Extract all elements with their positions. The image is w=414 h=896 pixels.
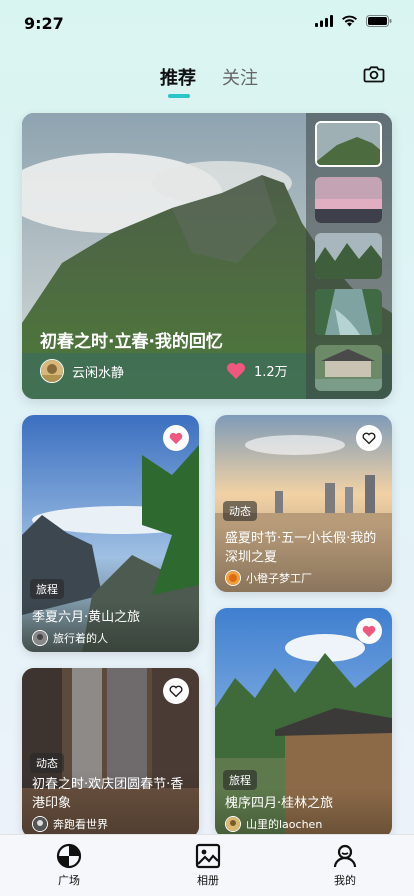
thumbnail-4[interactable]: [315, 289, 382, 335]
like-button[interactable]: [356, 425, 382, 451]
featured-author[interactable]: 云闲水静: [40, 359, 124, 383]
nav-square[interactable]: 广场: [56, 843, 82, 888]
heart-icon: [362, 432, 376, 444]
thumbnail-5[interactable]: [315, 345, 382, 391]
heart-icon: [169, 685, 183, 697]
like-button[interactable]: [163, 425, 189, 451]
status-bar: 9:27: [0, 0, 414, 48]
avatar: [32, 630, 48, 646]
post-tag: 旅程: [30, 579, 64, 599]
post-author[interactable]: 奔跑看世界: [32, 816, 191, 832]
post-info: 季夏六月·黄山之旅 旅行着的人: [22, 602, 199, 652]
heart-icon: [362, 625, 376, 637]
post-title: 季夏六月·黄山之旅: [32, 610, 141, 625]
avatar: [225, 570, 241, 586]
thumbnail-strip: [306, 113, 392, 399]
post-info: 初春之时·欢庆团圆春节·香港印象 奔跑看世界: [22, 769, 199, 838]
post-info: 槐序四月·桂林之旅 山里的laochen: [215, 788, 392, 838]
heart-icon: [227, 362, 245, 379]
heart-icon: [169, 432, 183, 444]
nav-me[interactable]: 我的: [332, 843, 358, 888]
featured-like-count: 1.2万: [254, 365, 288, 380]
featured-like-button[interactable]: 1.2万: [226, 361, 288, 380]
post-title: 初春之时·欢庆团圆春节·香港印象: [32, 777, 184, 811]
bottom-nav: 广场 相册 我的: [0, 834, 414, 896]
avatar: [32, 816, 48, 832]
post-author-name: 小橙子梦工厂: [246, 572, 312, 585]
profile-icon: [333, 844, 357, 868]
post-card[interactable]: 旅程 季夏六月·黄山之旅 旅行着的人: [22, 415, 199, 652]
battery-icon: [366, 15, 392, 27]
post-title: 盛夏时节·五一小长假·我的深圳之夏: [225, 531, 377, 565]
featured-title: 初春之时·立春·我的回忆: [40, 332, 223, 352]
camera-button[interactable]: [362, 62, 386, 86]
post-tag: 动态: [223, 501, 257, 521]
thumbnail-2[interactable]: [315, 177, 382, 223]
featured-author-name: 云闲水静: [72, 365, 125, 381]
like-button[interactable]: [356, 618, 382, 644]
like-button[interactable]: [163, 678, 189, 704]
post-author-name: 奔跑看世界: [53, 818, 108, 831]
avatar: [225, 816, 241, 832]
gallery-icon: [195, 843, 221, 869]
nav-me-label: 我的: [334, 874, 356, 887]
post-card[interactable]: 动态 初春之时·欢庆团圆春节·香港印象 奔跑看世界: [22, 668, 199, 838]
nav-album-label: 相册: [197, 874, 219, 887]
post-info: 盛夏时节·五一小长假·我的深圳之夏 小橙子梦工厂: [215, 523, 392, 592]
post-card[interactable]: 旅程 槐序四月·桂林之旅 山里的laochen: [215, 608, 392, 838]
thumbnail-3[interactable]: [315, 233, 382, 279]
signal-icon: [315, 15, 333, 27]
status-time: 9:27: [24, 14, 64, 33]
post-card[interactable]: 动态 盛夏时节·五一小长假·我的深圳之夏 小橙子梦工厂: [215, 415, 392, 592]
post-title: 槐序四月·桂林之旅: [225, 796, 334, 811]
avatar: [40, 359, 64, 383]
post-author-name: 山里的laochen: [246, 818, 323, 831]
post-tag: 旅程: [223, 770, 257, 790]
wifi-icon: [342, 15, 357, 27]
tab-recommend[interactable]: 推荐: [160, 64, 196, 90]
top-tabs: 推荐 关注: [0, 60, 414, 100]
post-author[interactable]: 小橙子梦工厂: [225, 570, 384, 586]
featured-post-card[interactable]: 初春之时·立春·我的回忆 云闲水静 1.2万: [22, 113, 392, 399]
tab-follow[interactable]: 关注: [222, 64, 258, 90]
active-tab-indicator: [168, 94, 190, 98]
post-author-name: 旅行着的人: [53, 632, 108, 645]
thumbnail-1[interactable]: [315, 121, 382, 167]
nav-square-label: 广场: [58, 874, 80, 887]
camera-icon: [363, 66, 385, 83]
nav-album[interactable]: 相册: [195, 843, 221, 888]
square-icon: [56, 843, 82, 869]
post-author[interactable]: 旅行着的人: [32, 630, 191, 646]
post-author[interactable]: 山里的laochen: [225, 816, 384, 832]
